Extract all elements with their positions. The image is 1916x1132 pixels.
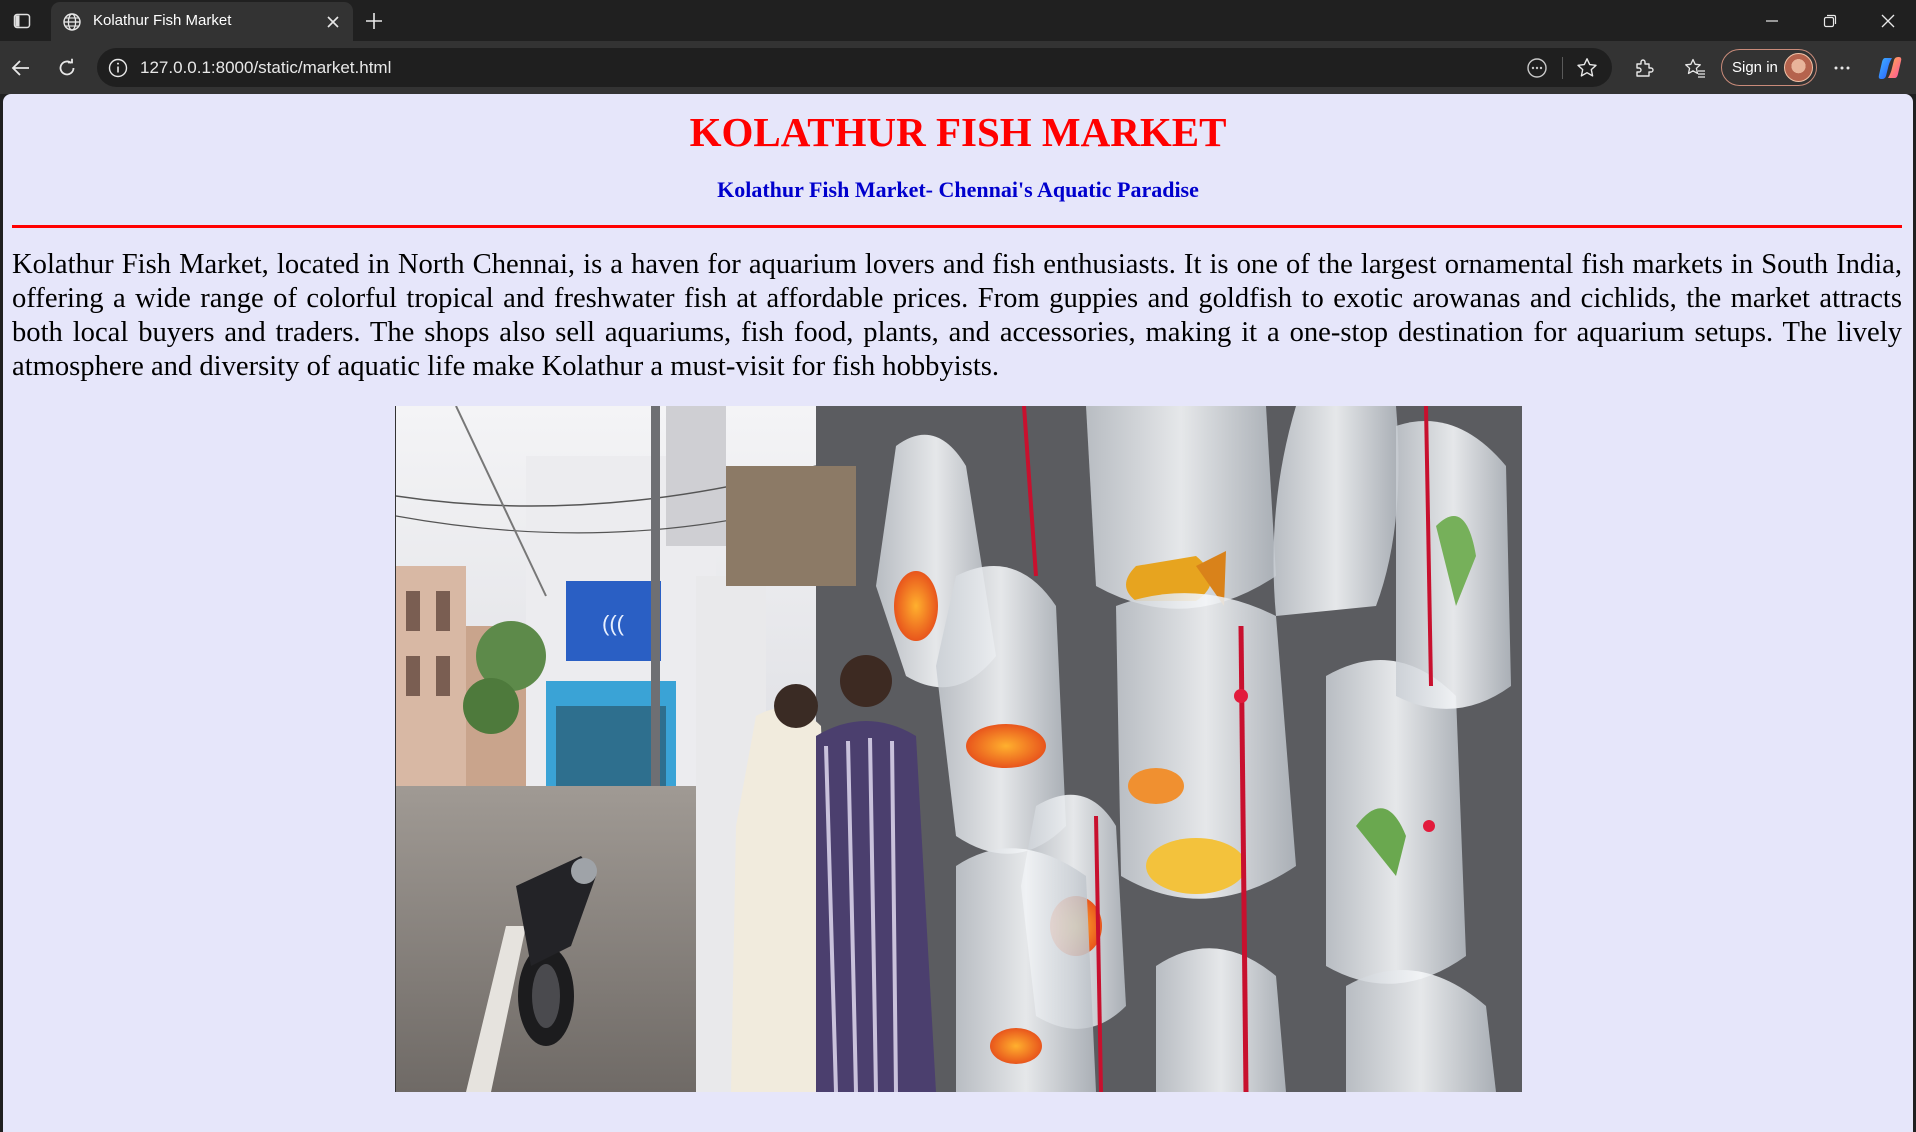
svg-text:(((: ((( (602, 611, 625, 636)
url-text[interactable]: 127.0.0.1:8000/static/market.html (140, 58, 391, 78)
plus-icon (366, 13, 382, 29)
active-tab[interactable]: Kolathur Fish Market (51, 2, 353, 41)
intro-paragraph: Kolathur Fish Market, located in North C… (12, 249, 1902, 382)
reading-mode-icon[interactable] (1525, 56, 1549, 80)
sidebar-icon (13, 13, 31, 29)
tab-strip: Kolathur Fish Market (0, 0, 1916, 41)
back-icon (11, 60, 29, 76)
page-viewport: KOLATHUR FISH MARKET Kolathur Fish Marke… (3, 94, 1913, 1132)
sign-in-label: Sign in (1732, 59, 1778, 76)
close-tab-button[interactable] (321, 10, 345, 34)
extensions-button[interactable] (1629, 53, 1659, 83)
back-button[interactable] (6, 53, 36, 83)
favorites-button[interactable] (1680, 53, 1710, 83)
fish-bags-photo: ((( (396, 406, 1522, 1092)
tab-title: Kolathur Fish Market (93, 12, 232, 29)
more-icon (1834, 66, 1850, 70)
avatar (1784, 53, 1813, 82)
globe-icon (63, 13, 81, 31)
info-icon[interactable] (107, 57, 129, 79)
address-bar-divider (1562, 57, 1563, 79)
tab-actions-button[interactable] (10, 9, 34, 33)
page-subtitle: Kolathur Fish Market- Chennai's Aquatic … (717, 177, 1199, 202)
browser-toolbar: 127.0.0.1:8000/static/market.html Sign i… (0, 41, 1916, 94)
reload-icon (59, 58, 75, 76)
copilot-icon (1878, 57, 1902, 79)
market-photo: ((( (395, 406, 1522, 1092)
restore-icon (1823, 14, 1837, 28)
sign-in-button[interactable]: Sign in (1721, 49, 1817, 86)
restore-button[interactable] (1808, 6, 1852, 36)
page-title: KOLATHUR FISH MARKET (689, 109, 1227, 155)
reload-button[interactable] (52, 53, 82, 83)
close-window-button[interactable] (1866, 6, 1910, 36)
star-icon[interactable] (1575, 56, 1599, 80)
minimize-icon (1766, 20, 1778, 22)
more-menu-button[interactable] (1827, 53, 1857, 83)
minimize-button[interactable] (1750, 6, 1794, 36)
copilot-button[interactable] (1875, 53, 1905, 83)
favorites-icon (1685, 58, 1705, 78)
new-tab-button[interactable] (360, 7, 388, 35)
close-window-icon (1881, 14, 1895, 28)
extensions-icon (1636, 59, 1654, 77)
fish-bags (876, 406, 1511, 1092)
close-icon (327, 16, 339, 28)
horizontal-rule (12, 225, 1902, 228)
address-bar[interactable]: 127.0.0.1:8000/static/market.html (97, 48, 1612, 87)
